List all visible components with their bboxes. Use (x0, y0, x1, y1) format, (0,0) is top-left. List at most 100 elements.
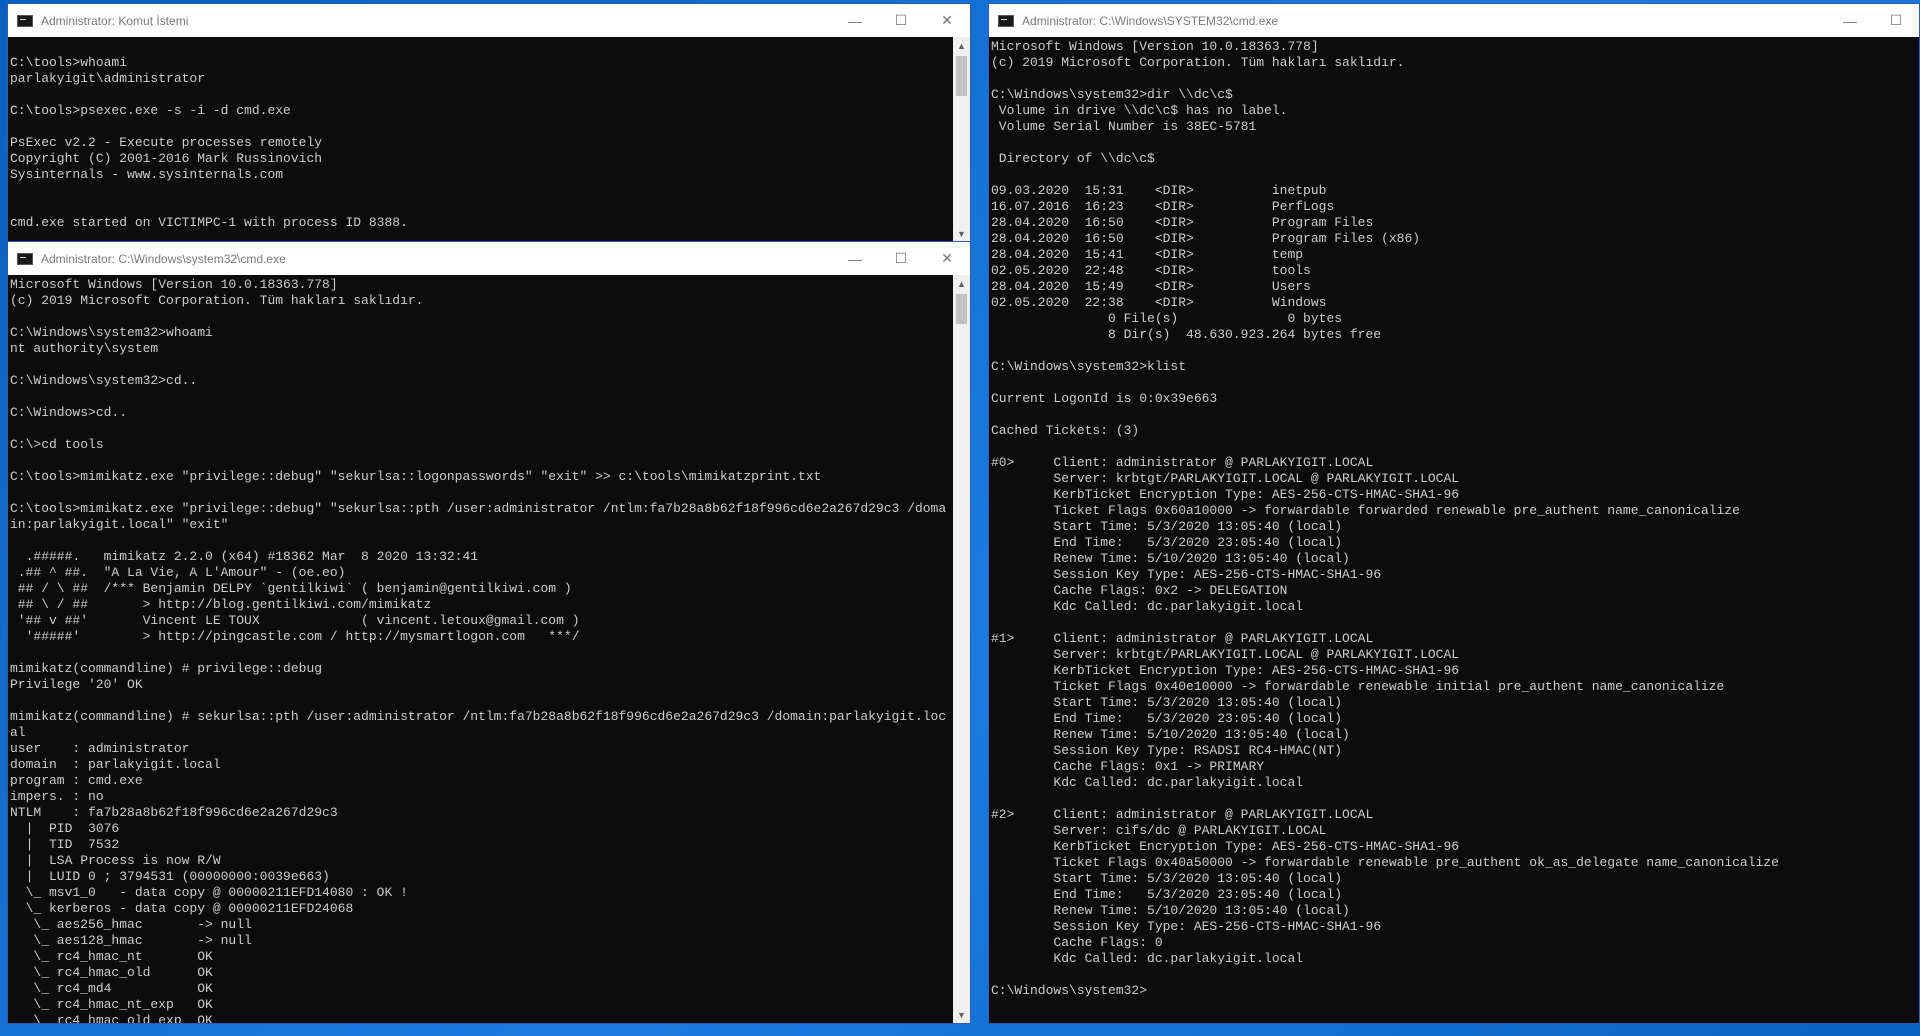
console-line: program : cmd.exe (10, 773, 143, 788)
console-line: Server: krbtgt/PARLAKYIGIT.LOCAL @ PARLA… (991, 471, 1460, 486)
console-line: Server: krbtgt/PARLAKYIGIT.LOCAL @ PARLA… (991, 647, 1460, 662)
console-line: '#####' > http://pingcastle.com / http:/… (10, 629, 580, 644)
maximize-button[interactable]: ☐ (1873, 4, 1919, 37)
console-line: Volume in drive \\dc\c$ has no label. (991, 103, 1288, 118)
scroll-thumb[interactable] (956, 56, 967, 96)
console-line: '## v ##' Vincent LE TOUX ( vincent.leto… (10, 613, 580, 628)
console-line: Session Key Type: AES-256-CTS-HMAC-SHA1-… (991, 919, 1382, 934)
console-line: C:\tools>whoami (10, 55, 128, 70)
console-line: C:\tools>mimikatz.exe "privilege::debug"… (10, 501, 947, 516)
console-line: 28.04.2020 15:49 <DIR> Users (991, 279, 1311, 294)
title-bar[interactable]: Administrator: C:\Windows\system32\cmd.e… (8, 242, 970, 275)
console-line: \_ rc4_hmac_nt OK (10, 949, 213, 964)
cmd-window-komut-istemi[interactable]: Administrator: Komut İstemi — ☐ ✕ C:\too… (7, 3, 971, 243)
console-line: Cache Flags: 0 (991, 935, 1163, 950)
console-output[interactable]: Microsoft Windows [Version 10.0.18363.77… (8, 275, 953, 1023)
console-line: mimikatz(commandline) # privilege::debug (10, 661, 323, 676)
console-line: Start Time: 5/3/2020 13:05:40 (local) (991, 695, 1343, 710)
console-line: \_ rc4_hmac_nt_exp OK (10, 997, 213, 1012)
minimize-button[interactable]: — (832, 242, 878, 275)
scroll-thumb[interactable] (956, 294, 967, 324)
window-controls: — ☐ ✕ (832, 242, 970, 275)
console-line: ## \ / ## > http://blog.gentilkiwi.com/m… (10, 597, 432, 612)
console-line: .## ^ ##. "A La Vie, A L'Amour" - (oe.eo… (10, 565, 346, 580)
console-output[interactable]: C:\tools>whoami parlakyigit\administrator… (8, 37, 953, 242)
close-button[interactable]: ✕ (924, 242, 970, 275)
console-line: 02.05.2020 22:38 <DIR> Windows (991, 295, 1327, 310)
console-line: Kdc Called: dc.parlakyigit.local (991, 951, 1304, 966)
console-line: Ticket Flags 0x60a10000 -> forwardable f… (991, 503, 1740, 518)
console-line: in:parlakyigit.local" "exit" (10, 517, 229, 532)
minimize-button[interactable]: — (1827, 4, 1873, 37)
console-line: C:\tools>psexec.exe -s -i -d cmd.exe (10, 103, 291, 118)
console-line: Kdc Called: dc.parlakyigit.local (991, 599, 1304, 614)
maximize-button[interactable]: ☐ (878, 4, 924, 37)
minimize-button[interactable]: — (832, 4, 878, 37)
console-line: \_ kerberos - data copy @ 00000211EFD240… (10, 901, 354, 916)
console-line: ## / \ ## /*** Benjamin DELPY `gentilkiw… (10, 581, 572, 596)
console-line: domain : parlakyigit.local (10, 757, 221, 772)
console-line: End Time: 5/3/2020 23:05:40 (local) (991, 887, 1343, 902)
console-line: | TID 7532 (10, 837, 120, 852)
vertical-scrollbar[interactable]: ▲ ▼ (953, 37, 970, 242)
title-bar[interactable]: Administrator: Komut İstemi — ☐ ✕ (8, 4, 970, 37)
title-bar[interactable]: Administrator: C:\Windows\SYSTEM32\cmd.e… (989, 4, 1919, 37)
console-line: C:\Windows\system32> (991, 983, 1148, 998)
console-line: Microsoft Windows [Version 10.0.18363.77… (10, 277, 338, 292)
cmd-app-icon (17, 252, 33, 265)
cmd-window-system32[interactable]: Administrator: C:\Windows\system32\cmd.e… (7, 241, 971, 1024)
vertical-scrollbar[interactable]: ▲ ▼ (953, 275, 970, 1023)
console-line: 28.04.2020 15:41 <DIR> temp (991, 247, 1304, 262)
console-line: C:\Windows>cd.. (10, 405, 128, 420)
console-line: Privilege '20' OK (10, 677, 143, 692)
console-line: C:\Windows\system32>cd.. (10, 373, 198, 388)
console-line: 0 File(s) 0 bytes (991, 311, 1343, 326)
scroll-down-icon[interactable]: ▼ (953, 1006, 970, 1023)
close-button[interactable]: ✕ (924, 4, 970, 37)
console-line: 16.07.2016 16:23 <DIR> PerfLogs (991, 199, 1335, 214)
console-line: | LUID 0 ; 3794531 (00000000:0039e663) (10, 869, 330, 884)
console-line: KerbTicket Encryption Type: AES-256-CTS-… (991, 487, 1460, 502)
cmd-window-system32-uppercase[interactable]: Administrator: C:\Windows\SYSTEM32\cmd.e… (988, 3, 1920, 1024)
console-line: Start Time: 5/3/2020 13:05:40 (local) (991, 871, 1343, 886)
console-line: Ticket Flags 0x40a50000 -> forwardable r… (991, 855, 1779, 870)
console-line: Renew Time: 5/10/2020 13:05:40 (local) (991, 727, 1350, 742)
console-line: Volume Serial Number is 38EC-5781 (991, 119, 1257, 134)
maximize-button[interactable]: ☐ (878, 242, 924, 275)
console-output[interactable]: Microsoft Windows [Version 10.0.18363.77… (989, 37, 1919, 1023)
console-line: Microsoft Windows [Version 10.0.18363.77… (991, 39, 1319, 54)
console-line: Ticket Flags 0x40e10000 -> forwardable r… (991, 679, 1725, 694)
console-line: Cache Flags: 0x2 -> DELEGATION (991, 583, 1288, 598)
console-line: C:\Windows\system32>whoami (10, 325, 213, 340)
console-line: KerbTicket Encryption Type: AES-256-CTS-… (991, 663, 1460, 678)
console-line: NTLM : fa7b28a8b62f18f996cd6e2a267d29c3 (10, 805, 338, 820)
scroll-up-icon[interactable]: ▲ (953, 37, 970, 54)
console-line: \_ msv1_0 - data copy @ 00000211EFD14080… (10, 885, 408, 900)
console-line: (c) 2019 Microsoft Corporation. Tüm hakl… (991, 55, 1405, 70)
window-title: Administrator: C:\Windows\system32\cmd.e… (41, 251, 286, 266)
window-controls: — ☐ ✕ (832, 4, 970, 37)
scroll-up-icon[interactable]: ▲ (953, 275, 970, 292)
console-line: Kdc Called: dc.parlakyigit.local (991, 775, 1304, 790)
console-line: C:\tools>mimikatz.exe "privilege::debug"… (10, 469, 822, 484)
console-line: 02.05.2020 22:48 <DIR> tools (991, 263, 1311, 278)
scroll-down-icon[interactable]: ▼ (953, 225, 970, 242)
console-line: Renew Time: 5/10/2020 13:05:40 (local) (991, 551, 1350, 566)
console-line: (c) 2019 Microsoft Corporation. Tüm hakl… (10, 293, 424, 308)
